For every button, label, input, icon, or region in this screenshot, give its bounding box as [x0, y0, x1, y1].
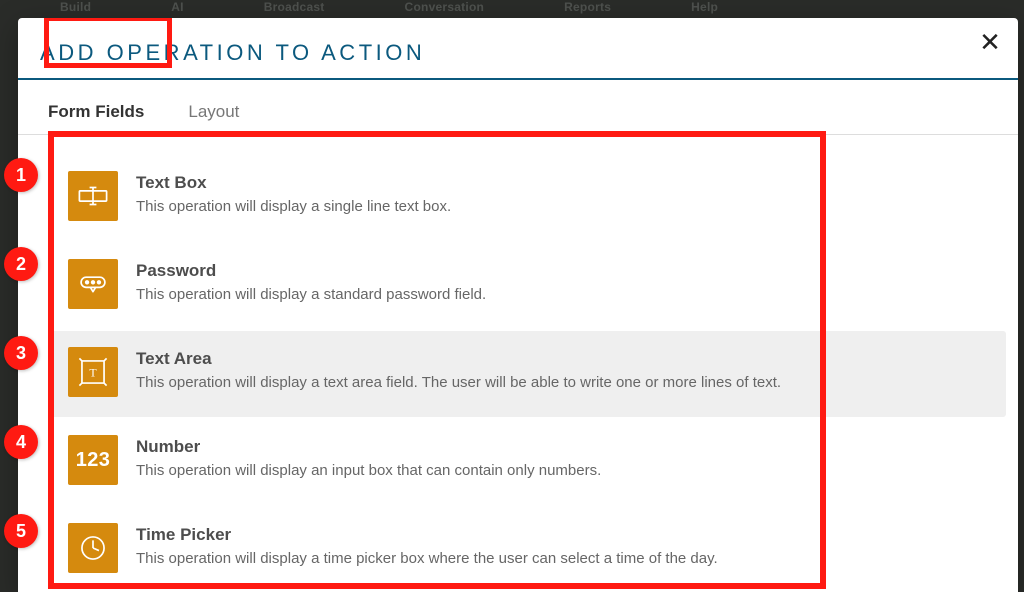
- textarea-icon: T: [68, 347, 118, 397]
- operation-text: Text Box This operation will display a s…: [136, 171, 451, 217]
- operation-title: Number: [136, 437, 601, 457]
- operations-scroll[interactable]: Text Box This operation will display a s…: [18, 135, 1018, 592]
- operation-text: Text Area This operation will display a …: [136, 347, 781, 393]
- operation-text-area[interactable]: T Text Area This operation will display …: [48, 331, 1006, 417]
- operation-desc: This operation will display a standard p…: [136, 285, 486, 305]
- close-icon: ✕: [979, 27, 1001, 58]
- operation-text-box[interactable]: Text Box This operation will display a s…: [48, 155, 1006, 241]
- number-icon: 123: [68, 435, 118, 485]
- add-operation-modal: ✕ ADD OPERATION TO ACTION Form Fields La…: [18, 18, 1018, 592]
- password-icon: [68, 259, 118, 309]
- operation-text: Number This operation will display an in…: [136, 435, 601, 481]
- operation-title: Time Picker: [136, 525, 718, 545]
- operation-title: Password: [136, 261, 486, 281]
- close-button[interactable]: ✕: [976, 28, 1004, 56]
- clock-icon: [68, 523, 118, 573]
- operation-desc: This operation will display a single lin…: [136, 197, 451, 217]
- operations-list-area: Text Box This operation will display a s…: [18, 135, 1018, 592]
- operation-text: Password This operation will display a s…: [136, 259, 486, 305]
- textbox-icon: [68, 171, 118, 221]
- operation-number[interactable]: 123 Number This operation will display a…: [48, 419, 1006, 505]
- modal-title: ADD OPERATION TO ACTION: [18, 18, 1018, 80]
- svg-text:T: T: [89, 365, 97, 379]
- operation-title: Text Box: [136, 173, 451, 193]
- operation-desc: This operation will display an input box…: [136, 461, 601, 481]
- tab-layout[interactable]: Layout: [166, 88, 261, 134]
- operation-time-picker[interactable]: Time Picker This operation will display …: [48, 507, 1006, 592]
- operation-desc: This operation will display a text area …: [136, 373, 781, 393]
- tab-bar: Form Fields Layout: [18, 88, 1018, 135]
- operation-title: Text Area: [136, 349, 781, 369]
- operation-password[interactable]: Password This operation will display a s…: [48, 243, 1006, 329]
- operation-desc: This operation will display a time picke…: [136, 549, 718, 569]
- tab-form-fields[interactable]: Form Fields: [26, 88, 166, 134]
- operation-text: Time Picker This operation will display …: [136, 523, 718, 569]
